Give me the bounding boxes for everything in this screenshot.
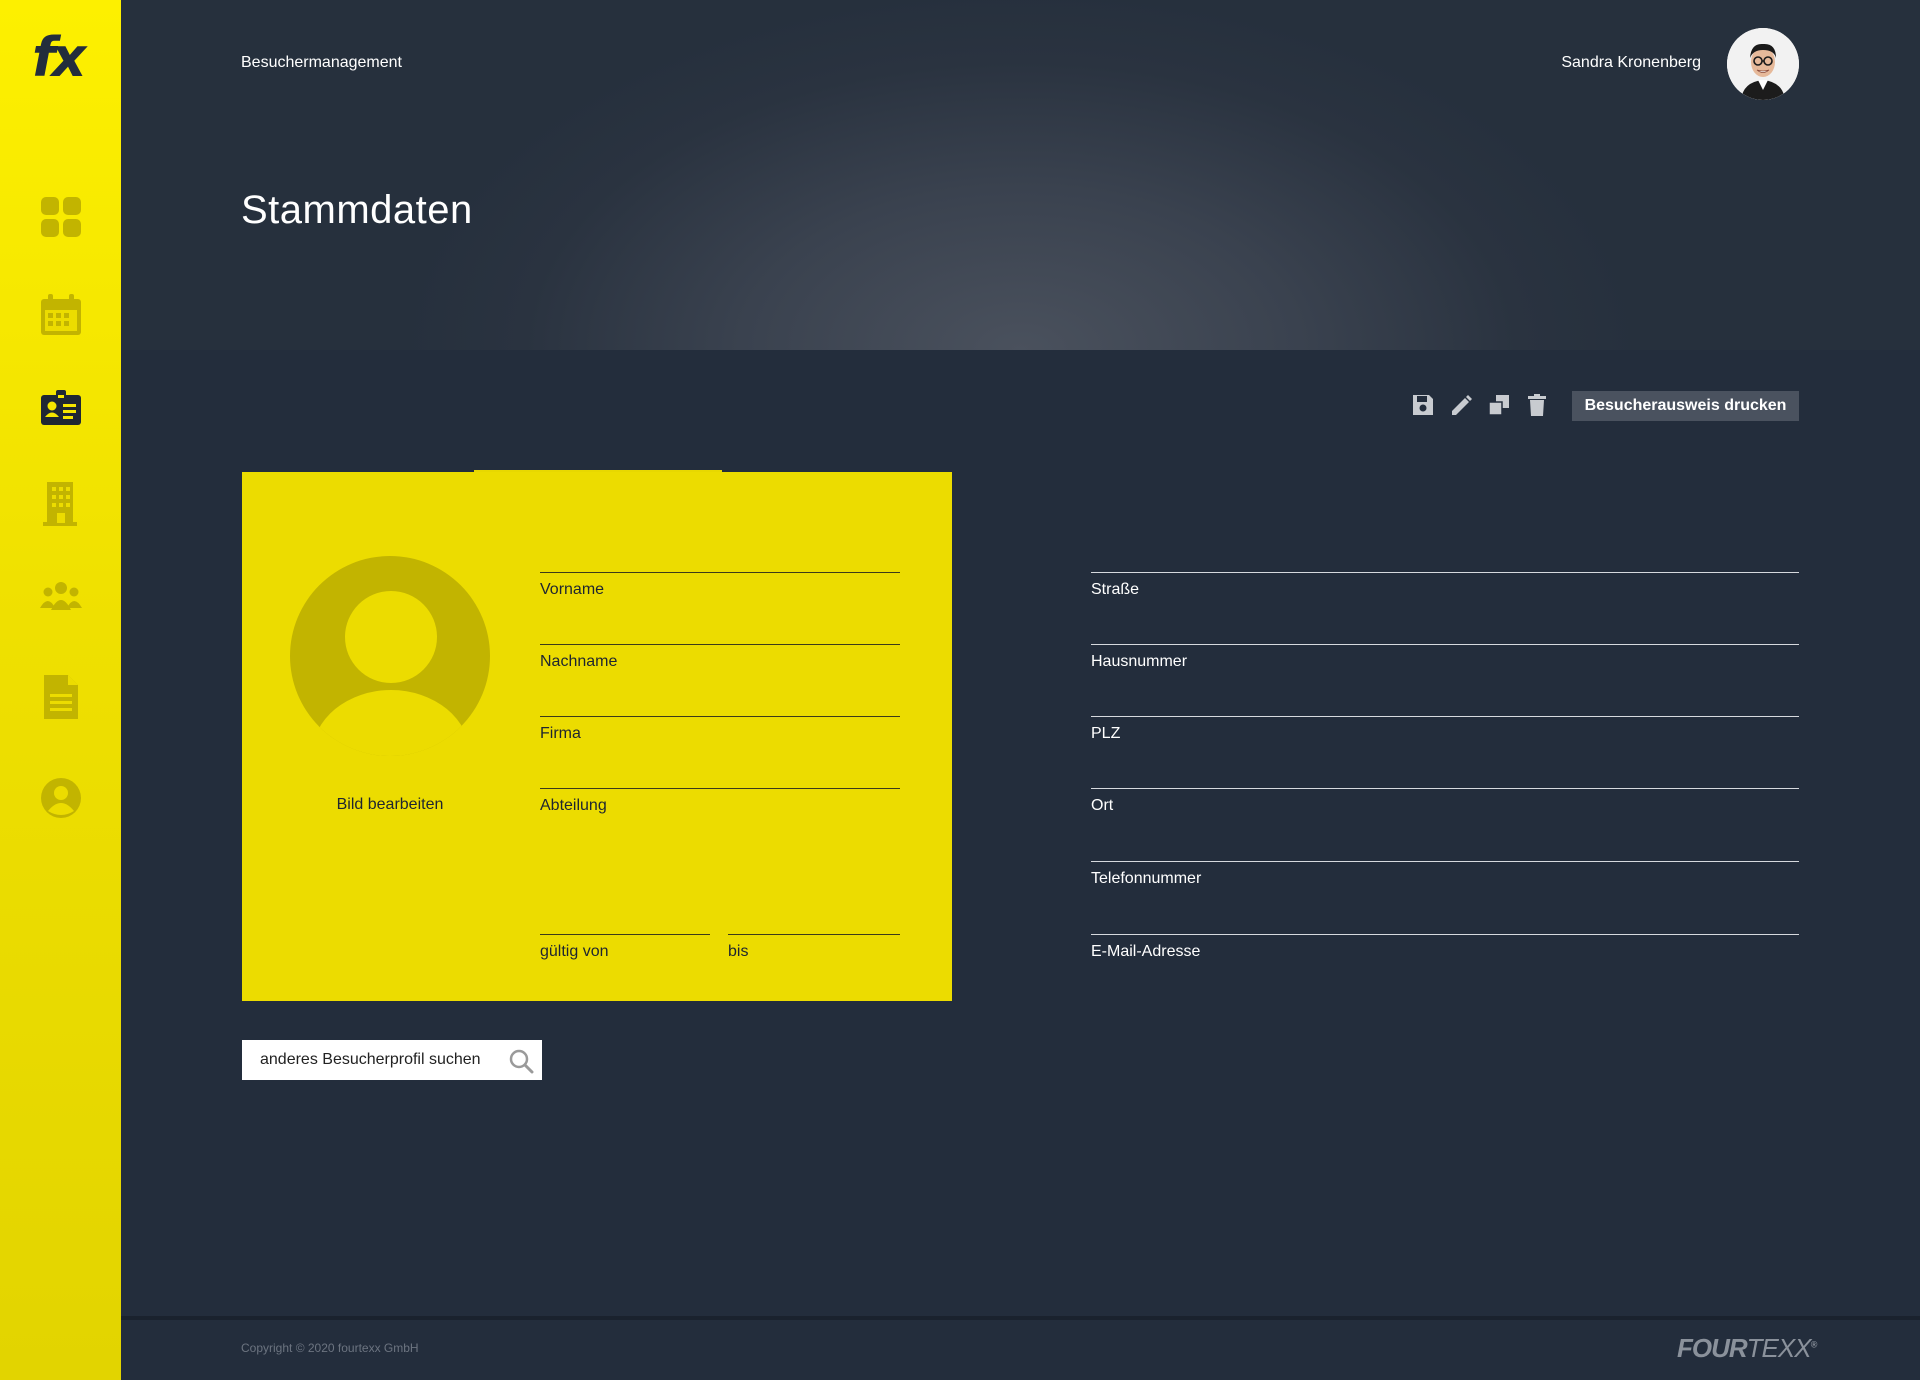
edit-button[interactable] [1447, 391, 1475, 419]
visitor-search-input[interactable] [242, 1040, 510, 1080]
print-visitor-badge-button[interactable]: Besucherausweis drucken [1572, 391, 1799, 421]
sidebar-item-calendar[interactable] [36, 290, 86, 340]
company-label: Firma [540, 725, 581, 742]
page-header [121, 0, 1920, 350]
duplicate-icon [1488, 395, 1509, 416]
street-label: Straße [1091, 581, 1140, 598]
copyright-text: Copyright © 2020 fourtexx GmbH [241, 1341, 419, 1355]
last-name-label: Nachname [540, 653, 618, 670]
page-title: Stammdaten [241, 188, 473, 232]
delete-button[interactable] [1523, 391, 1551, 419]
building-icon [43, 482, 77, 526]
search-icon [509, 1049, 534, 1074]
edit-pencil-icon [1452, 395, 1472, 415]
email-label: E-Mail-Adresse [1091, 943, 1201, 960]
department-label: Abteilung [540, 797, 607, 814]
delete-trash-icon [1528, 394, 1546, 416]
valid-from-label: gültig von [540, 943, 609, 960]
house-number-label: Hausnummer [1091, 653, 1188, 670]
save-button[interactable] [1409, 391, 1437, 419]
duplicate-button[interactable] [1485, 391, 1513, 419]
user-profile-icon [41, 778, 81, 818]
calendar-icon [41, 294, 81, 335]
app-logo[interactable]: fx [32, 28, 86, 88]
save-icon [1413, 395, 1433, 415]
valid-until-label: bis [728, 943, 749, 960]
footer-divider [121, 1316, 1920, 1320]
postal-code-label: PLZ [1091, 725, 1121, 742]
sidebar: fx [0, 0, 121, 1380]
city-label: Ort [1091, 797, 1114, 814]
photo-placeholder[interactable] [290, 556, 490, 756]
sidebar-item-documents[interactable] [36, 672, 86, 722]
sidebar-item-profile[interactable] [36, 773, 86, 823]
dashboard-grid-icon [41, 197, 81, 237]
sidebar-item-dashboard[interactable] [36, 192, 86, 242]
sidebar-item-visitor-badge[interactable] [36, 384, 86, 434]
sidebar-item-buildings[interactable] [36, 478, 86, 528]
sidebar-item-groups[interactable] [36, 572, 86, 622]
user-name[interactable]: Sandra Kronenberg [1561, 54, 1701, 72]
search-button[interactable] [508, 1048, 534, 1074]
user-photo [1727, 28, 1799, 100]
edit-photo-link[interactable]: Bild bearbeiten [290, 796, 490, 814]
people-group-icon [40, 582, 82, 610]
fourtexx-logo: FOURTEXX® [1677, 1333, 1817, 1363]
breadcrumb[interactable]: Besuchermanagement [241, 54, 402, 72]
person-silhouette-icon [345, 591, 437, 683]
document-icon [44, 675, 78, 719]
visitor-search [242, 1040, 542, 1080]
avatar[interactable] [1727, 28, 1799, 100]
id-card-icon [41, 390, 81, 425]
phone-label: Telefonnummer [1091, 870, 1202, 887]
first-name-label: Vorname [540, 581, 605, 598]
